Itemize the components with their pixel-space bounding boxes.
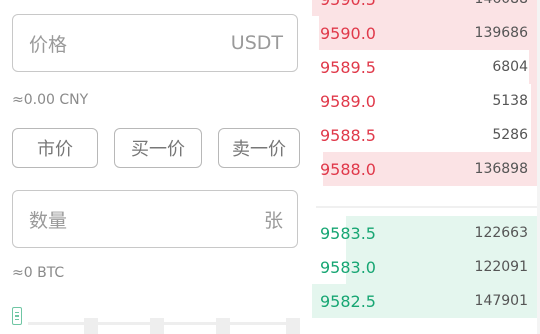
ask-price: 9589.5 [320, 57, 376, 77]
ask-price: 9588.0 [320, 159, 376, 179]
quantity-input[interactable]: 数量 张 [12, 190, 298, 248]
best-ask-button[interactable]: 卖一价 [218, 128, 300, 168]
bid-row[interactable]: 9582.5 147901 [310, 284, 540, 318]
ask-row[interactable]: 9590.0 139686 [310, 16, 540, 50]
slider-handle-icon[interactable] [12, 307, 22, 325]
bid-row[interactable]: 9583.0 122091 [310, 250, 540, 284]
ask-quantity: 5138 [492, 93, 528, 109]
quantity-placeholder: 数量 [29, 209, 68, 232]
order-form: 价格 USDT ≈0.00 CNY 市价 买一价 卖一价 数量 张 ≈0 BTC [0, 0, 310, 334]
ask-row[interactable]: 9588.5 5286 [310, 118, 540, 152]
ask-quantity: 6804 [492, 59, 528, 75]
ask-price: 9589.0 [320, 91, 376, 111]
quantity-btc-estimate: ≈0 BTC [12, 265, 65, 281]
bid-quantity: 122091 [474, 259, 528, 275]
price-input[interactable]: 价格 USDT [12, 14, 298, 72]
ask-row[interactable]: 9589.0 5138 [310, 84, 540, 118]
bid-price: 9582.5 [320, 291, 376, 311]
ask-price: 9590.5 [320, 0, 376, 9]
quantity-unit: 张 [263, 209, 283, 232]
order-book: 9590.5 146088 9590.0 139686 9589.5 6804 9589.0… [310, 0, 540, 334]
bid-quantity: 147901 [474, 293, 528, 309]
ask-row[interactable]: 9590.5 146088 [310, 0, 540, 16]
slider-stop[interactable] [150, 318, 164, 334]
slider-stop[interactable] [84, 318, 98, 334]
price-placeholder: 价格 [29, 33, 68, 56]
market-price-button[interactable]: 市价 [12, 128, 98, 168]
slider-stop[interactable] [286, 318, 300, 334]
ask-quantity: 139686 [474, 25, 528, 41]
best-bid-button[interactable]: 买一价 [114, 128, 202, 168]
slider-track[interactable] [28, 322, 300, 325]
bid-quantity: 122663 [474, 225, 528, 241]
bid-price: 9583.0 [320, 257, 376, 277]
ask-price: 9588.5 [320, 125, 376, 145]
ask-quantity: 146088 [475, 0, 528, 7]
price-cny-estimate: ≈0.00 CNY [12, 92, 89, 108]
ask-quantity: 136898 [474, 161, 528, 177]
ask-quantity: 5286 [492, 127, 528, 143]
bid-price: 9583.5 [320, 223, 376, 243]
bid-row[interactable]: 9583.5 122663 [310, 216, 540, 250]
spread-divider [316, 206, 540, 208]
ask-price: 9590.0 [320, 23, 376, 43]
slider-stop[interactable] [216, 318, 230, 334]
ask-row[interactable]: 9588.0 136898 [310, 152, 540, 186]
price-unit: USDT [230, 32, 283, 54]
ask-row[interactable]: 9589.5 6804 [310, 50, 540, 84]
